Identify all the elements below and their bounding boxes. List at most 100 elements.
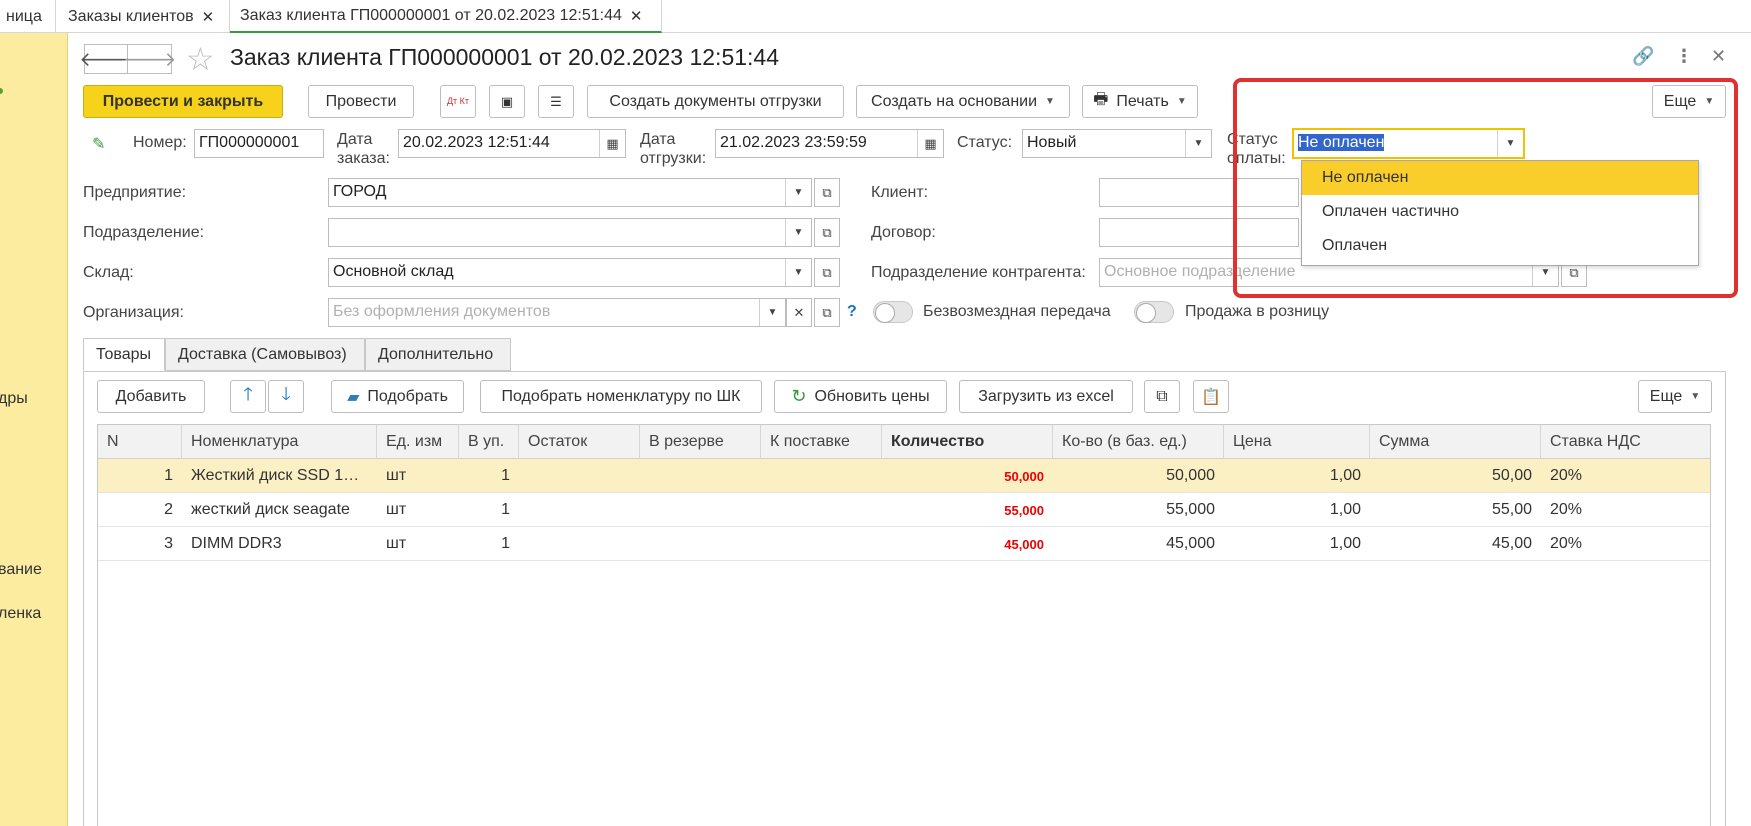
chevron-down-icon[interactable]: ▼ xyxy=(759,299,785,326)
pay-status-select[interactable]: Не оплачен ▼ xyxy=(1292,128,1525,159)
report-button[interactable]: ☰ xyxy=(538,85,574,118)
cell-nomenclature: Жесткий диск SSD 1… xyxy=(191,467,360,484)
post-and-close-button[interactable]: Провести и закрыть xyxy=(83,85,283,118)
ship-date-field[interactable]: 21.02.2023 23:59:59 ▦ xyxy=(715,129,944,158)
open-icon[interactable]: ⧉ xyxy=(814,258,840,287)
cell-sum: 50,00 xyxy=(1491,467,1532,484)
table-row[interactable]: 2 жесткий диск seagate шт 1 55,000 55,00… xyxy=(98,493,1710,527)
division-select[interactable]: ▼ xyxy=(328,218,812,247)
table-row[interactable]: 1 Жесткий диск SSD 1… шт 1 50,000 50,000… xyxy=(98,459,1710,493)
forward-button[interactable]: 🡒 xyxy=(123,44,176,74)
retail-toggle[interactable] xyxy=(1134,301,1174,323)
move-down-button[interactable]: 🡓 xyxy=(268,380,304,413)
dropdown-option[interactable]: Оплачен xyxy=(1302,229,1698,263)
cell-per-pack: 1 xyxy=(501,535,510,552)
favorite-star-icon[interactable]: ☆ xyxy=(186,40,215,78)
help-icon[interactable]: ? xyxy=(847,303,857,321)
tab-customer-order[interactable]: Заказ клиента ГП000000001 от 20.02.2023 … xyxy=(230,0,662,33)
counterparty-division-label: Подразделение контрагента: xyxy=(871,264,1086,281)
number-field[interactable]: ГП000000001 xyxy=(194,129,324,158)
dropdown-option[interactable]: Не оплачен xyxy=(1302,161,1698,195)
pick-button[interactable]: ▰ Подобрать xyxy=(331,380,464,413)
refresh-prices-button[interactable]: ↻ Обновить цены xyxy=(774,380,947,413)
dt-kt-button[interactable]: Дт Кт xyxy=(440,85,476,118)
chevron-down-icon[interactable]: ▼ xyxy=(785,259,811,286)
column-header[interactable]: Ставка НДС xyxy=(1541,425,1712,459)
sidebar-item[interactable]: вание xyxy=(0,561,42,579)
column-header[interactable]: N xyxy=(98,425,182,459)
cell-n: 1 xyxy=(164,467,173,484)
client-select[interactable] xyxy=(1099,178,1299,207)
pay-status-dropdown: Не оплачен Оплачен частично Оплачен xyxy=(1301,160,1699,266)
column-header[interactable]: Остаток xyxy=(519,425,640,459)
cassette-icon: ▣ xyxy=(500,93,514,109)
more-button[interactable]: Еще ▼ xyxy=(1652,85,1726,118)
dropdown-option[interactable]: Оплачен частично xyxy=(1302,195,1698,229)
order-date-field[interactable]: 20.02.2023 12:51:44 ▦ xyxy=(398,129,626,158)
enterprise-select[interactable]: ГОРОД ▼ xyxy=(328,178,812,207)
cell-vat: 20% xyxy=(1550,467,1583,484)
tab-customer-orders[interactable]: Заказы клиентов ✕ xyxy=(58,0,230,33)
column-header[interactable]: Количество xyxy=(882,425,1053,459)
move-up-button[interactable]: 🡑 xyxy=(230,380,266,413)
history-nav: 🡐 🡒 xyxy=(79,44,176,74)
chevron-down-icon[interactable]: ▼ xyxy=(1185,130,1211,157)
items-more-button[interactable]: Еще ▼ xyxy=(1638,380,1712,413)
chevron-down-icon[interactable]: ▼ xyxy=(785,219,811,246)
table-row[interactable]: 3 DIMM DDR3 шт 1 45,000 45,000 1,00 45,0… xyxy=(98,527,1710,561)
close-icon[interactable]: ✕ xyxy=(1711,46,1726,67)
column-header[interactable]: Сумма xyxy=(1370,425,1541,459)
contract-select[interactable] xyxy=(1099,218,1299,247)
tab-label: Заказ клиента ГП000000001 от 20.02.2023 … xyxy=(240,6,622,24)
create-based-on-button[interactable]: Создать на основании ▼ xyxy=(856,85,1070,118)
cell-base-quantity: 45,000 xyxy=(1166,535,1215,552)
free-transfer-toggle[interactable] xyxy=(873,301,913,323)
print-button[interactable]: 🖶 Печать ▼ xyxy=(1082,85,1198,118)
column-header[interactable]: В резерве xyxy=(640,425,761,459)
table-header: N Номенклатура Ед. изм В уп. Остаток В р… xyxy=(98,425,1710,459)
warehouse-select[interactable]: Основной склад ▼ xyxy=(328,258,812,287)
status-label: Статус: xyxy=(957,134,1013,151)
link-icon[interactable]: 🔗 xyxy=(1632,46,1654,67)
pick-by-barcode-button[interactable]: Подобрать номенклатуру по ШК xyxy=(480,380,762,413)
column-header[interactable]: Ед. изм xyxy=(377,425,459,459)
column-header[interactable]: Цена xyxy=(1224,425,1370,459)
column-header[interactable]: Номенклатура xyxy=(182,425,377,459)
chevron-down-icon[interactable]: ▼ xyxy=(1497,130,1523,157)
chevron-down-icon[interactable]: ▼ xyxy=(785,179,811,206)
add-button[interactable]: Добавить xyxy=(97,380,205,413)
column-header[interactable]: К поставке xyxy=(761,425,882,459)
close-icon[interactable]: ✕ xyxy=(202,8,215,26)
sidebar-item[interactable]: дры xyxy=(0,390,28,408)
enterprise-value: ГОРОД xyxy=(333,183,387,200)
clear-icon[interactable]: ✕ xyxy=(786,298,812,327)
close-icon[interactable]: ✕ xyxy=(630,7,643,25)
tab-additional[interactable]: Дополнительно xyxy=(365,338,511,371)
paste-button[interactable]: 📋 xyxy=(1193,380,1229,413)
calendar-icon[interactable]: ▦ xyxy=(599,130,625,157)
sidebar-item[interactable]: ленка xyxy=(0,605,41,623)
label-line: заказа: xyxy=(337,150,390,167)
paste-icon: 📋 xyxy=(1201,388,1221,406)
label-line: Дата xyxy=(337,131,373,148)
load-excel-button[interactable]: Загрузить из excel xyxy=(959,380,1133,413)
column-header[interactable]: В уп. xyxy=(459,425,519,459)
journal-button[interactable]: ▣ xyxy=(489,85,525,118)
copy-button[interactable]: ⧉ xyxy=(1144,380,1180,413)
open-icon[interactable]: ⧉ xyxy=(814,218,840,247)
status-select[interactable]: Новый ▼ xyxy=(1022,129,1212,158)
open-icon[interactable]: ⧉ xyxy=(814,178,840,207)
counterparty-division-placeholder: Основное подразделение xyxy=(1104,263,1296,280)
open-icon[interactable]: ⧉ xyxy=(814,298,840,327)
back-button[interactable]: 🡐 xyxy=(79,44,133,74)
more-vertical-icon[interactable]: ⋮ xyxy=(1675,46,1693,67)
column-header[interactable]: Ко-во (в баз. ед.) xyxy=(1053,425,1224,459)
organization-select[interactable]: Без оформления документов ▼ xyxy=(328,298,786,327)
cell-vat: 20% xyxy=(1550,535,1583,552)
tab-home[interactable]: ница xyxy=(0,0,56,33)
create-shipping-docs-button[interactable]: Создать документы отгрузки xyxy=(587,85,844,118)
post-button[interactable]: Провести xyxy=(308,85,414,118)
calendar-icon[interactable]: ▦ xyxy=(917,130,943,157)
tab-delivery[interactable]: Доставка (Самовывоз) xyxy=(165,338,365,371)
tab-goods[interactable]: Товары xyxy=(83,338,165,371)
